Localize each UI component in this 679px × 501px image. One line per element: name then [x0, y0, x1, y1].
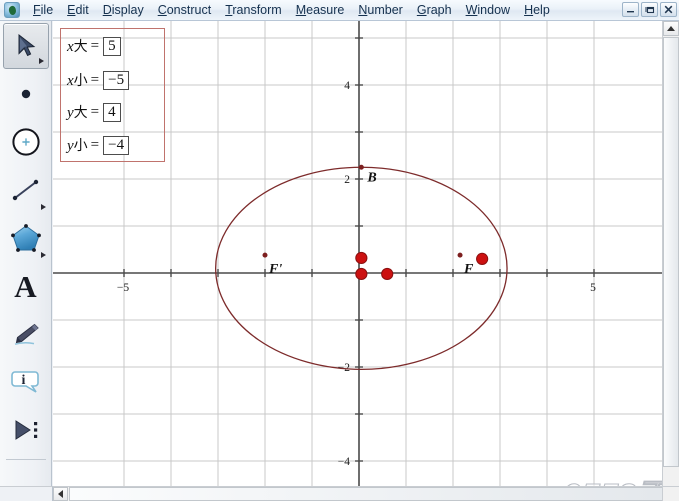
sketchpad-logo-icon [4, 2, 20, 18]
toolbar-divider [5, 459, 46, 460]
param-y-max-value[interactable]: 4 [103, 102, 121, 122]
scroll-left-arrow-icon [58, 490, 63, 498]
menu-construct[interactable]: Construct [151, 1, 219, 20]
param-y-min[interactable]: y小 = −4 [67, 134, 130, 156]
horizontal-scroll-thumb[interactable] [69, 487, 663, 501]
information-tool[interactable]: i [3, 359, 49, 405]
menu-bar: File Edit Display Construct Transform Measure… [0, 0, 679, 21]
param-y-min-equals: = [90, 136, 100, 153]
compass-tool[interactable] [3, 119, 49, 165]
close-button[interactable] [660, 2, 677, 17]
point-label[interactable]: F' [268, 262, 282, 277]
vertical-scroll-thumb[interactable] [663, 37, 679, 467]
scroll-left-button[interactable] [53, 487, 68, 501]
polygon-tool-flyout-icon[interactable] [40, 252, 46, 258]
pentagon-icon [10, 224, 41, 252]
custom-tool[interactable] [3, 407, 49, 453]
param-y-min-value[interactable]: −4 [103, 135, 130, 155]
parameter-group[interactable]: x大 = 5 x小 = −5 y大 = 4 y小 = −4 [60, 28, 165, 162]
menu-measure[interactable]: Measure [289, 1, 352, 20]
polygon-tool[interactable] [3, 215, 49, 261]
menu-display[interactable]: Display [96, 1, 151, 20]
param-x-min[interactable]: x小 = −5 [67, 69, 130, 91]
arrow-cursor-icon [18, 33, 35, 57]
point-label[interactable]: F [463, 262, 474, 277]
point-marker[interactable] [381, 267, 394, 281]
vertical-scrollbar[interactable] [662, 21, 679, 486]
custom-tool-arrow-icon [15, 420, 37, 440]
param-x-max-equals: = [90, 37, 100, 54]
text-tool[interactable]: A [3, 263, 49, 309]
sketchpad-window: File Edit Display Construct Transform Measure… [0, 0, 679, 501]
minimize-button[interactable] [622, 2, 639, 17]
menu-file[interactable]: File [26, 1, 60, 20]
y-tick-label: 4 [344, 80, 350, 92]
scroll-up-button[interactable] [663, 21, 679, 36]
menu-edit[interactable]: Edit [60, 1, 96, 20]
tool-palette: A i [0, 21, 52, 501]
point-label[interactable]: B [366, 170, 376, 185]
arrow-tool-flyout-icon[interactable] [38, 58, 44, 64]
point-tool[interactable] [3, 71, 49, 117]
param-x-min-label: x小 [67, 73, 88, 89]
point-marker[interactable] [476, 252, 489, 265]
menu-window[interactable]: Window [459, 1, 517, 20]
arrow-select-tool[interactable] [2, 23, 49, 69]
restore-icon [645, 6, 654, 14]
status-strip [0, 486, 53, 501]
param-x-max-label: x大 [67, 39, 88, 55]
minimize-icon [627, 11, 634, 13]
scrollbar-corner [662, 486, 679, 501]
param-x-max[interactable]: x大 = 5 [67, 35, 121, 57]
horizontal-scrollbar[interactable] [53, 486, 679, 501]
y-tick-label: 2 [344, 174, 350, 186]
param-x-min-equals: = [90, 71, 100, 88]
param-x-min-value[interactable]: −5 [103, 70, 130, 90]
straightedge-tool-flyout-icon[interactable] [40, 204, 46, 210]
param-x-max-value[interactable]: 5 [103, 36, 121, 56]
param-y-min-label: y小 [67, 138, 88, 154]
y-tick-label: −4 [338, 456, 350, 468]
straightedge-tool[interactable] [3, 167, 49, 213]
close-icon [664, 5, 673, 14]
param-y-max-label: y大 [67, 105, 88, 121]
plot-points[interactable]: B F' F [262, 164, 489, 281]
window-controls [622, 2, 677, 17]
point-F-prime[interactable] [262, 252, 268, 258]
menu-help[interactable]: Help [517, 1, 557, 20]
restore-button[interactable] [641, 2, 658, 17]
point-icon [21, 89, 30, 99]
letter-a-icon: A [14, 268, 37, 304]
x-tick-label: 5 [590, 282, 596, 294]
circle-compass-icon [11, 128, 40, 156]
info-bubble-icon: i [10, 371, 39, 393]
menu-number[interactable]: Number [351, 1, 409, 20]
tick-labels: −55−6−4−2246 [117, 80, 596, 468]
x-tick-label: −5 [117, 282, 129, 294]
line-segment-icon [12, 179, 38, 201]
param-y-max[interactable]: y大 = 4 [67, 101, 121, 123]
marker-pen-icon [14, 323, 39, 345]
point-marker[interactable] [355, 267, 368, 281]
svg-text:i: i [21, 373, 25, 388]
point-F[interactable] [457, 252, 463, 258]
sketch-canvas[interactable]: −55−6−4−2246BF'F x大=5x小=−5y大=4y小=−4 9553… [53, 21, 662, 486]
point-B[interactable] [358, 164, 364, 170]
marker-tool[interactable] [3, 311, 49, 357]
menu-transform[interactable]: Transform [218, 1, 289, 20]
scroll-up-arrow-icon [667, 26, 675, 31]
point-marker[interactable] [355, 251, 368, 265]
menu-graph[interactable]: Graph [410, 1, 459, 20]
param-y-max-equals: = [90, 103, 100, 120]
